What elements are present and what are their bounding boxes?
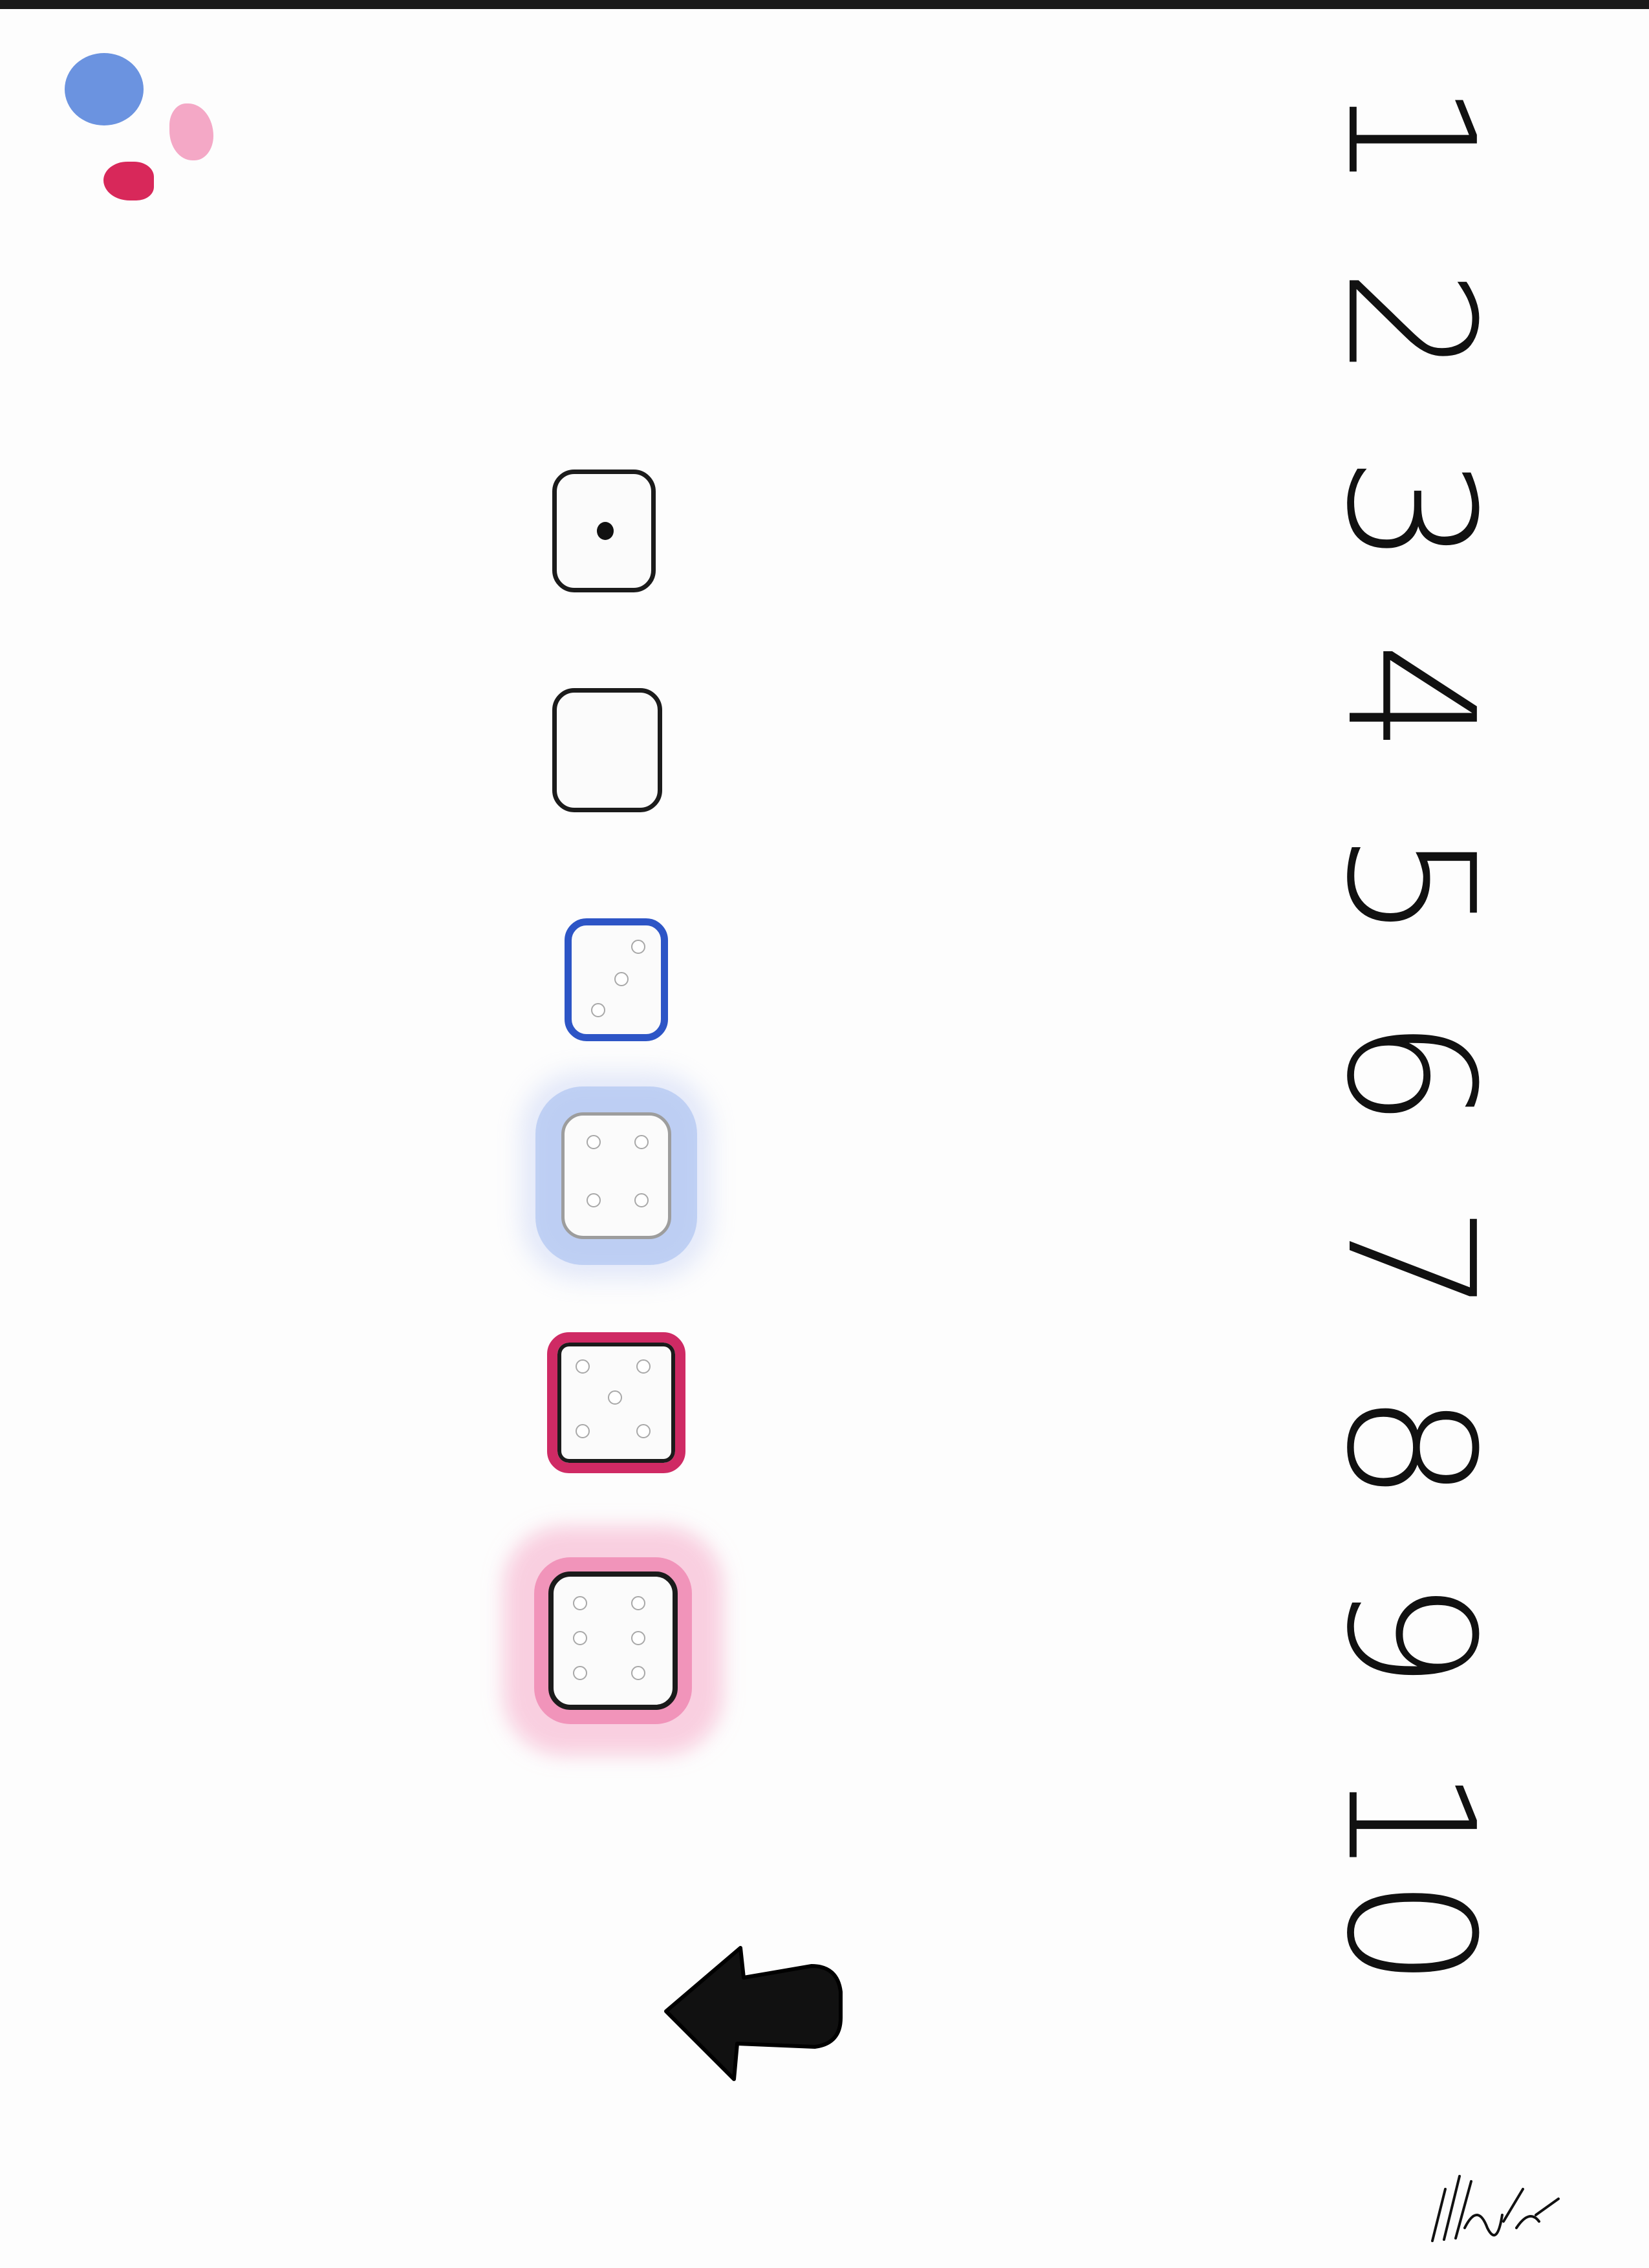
die-pip [573, 1631, 587, 1645]
number-10[interactable]: 10 [1308, 1766, 1512, 1989]
die-pip [591, 1003, 605, 1017]
number-5[interactable]: 5 [1308, 830, 1512, 941]
die-pip [636, 1424, 651, 1438]
die-pip [631, 1596, 645, 1610]
die-face-4[interactable] [561, 1112, 671, 1239]
paint-swatch-red [103, 162, 154, 200]
paint-swatch-blue [65, 53, 144, 125]
die-pip [576, 1424, 590, 1438]
die-pip [634, 1193, 649, 1207]
arrow-left-icon[interactable] [653, 1940, 847, 2089]
number-selector: 1 2 3 4 5 6 7 8 9 10 [1308, 81, 1512, 1989]
die-face-6[interactable] [548, 1571, 678, 1710]
number-1[interactable]: 1 [1308, 81, 1512, 192]
signature [1431, 2175, 1560, 2242]
die-pip [634, 1135, 649, 1149]
number-8[interactable]: 8 [1308, 1392, 1512, 1503]
number-9[interactable]: 9 [1308, 1579, 1512, 1690]
number-3[interactable]: 3 [1308, 455, 1512, 567]
die-pip [573, 1596, 587, 1610]
number-6[interactable]: 6 [1308, 1017, 1512, 1129]
number-2[interactable]: 2 [1308, 268, 1512, 380]
die-pip [631, 940, 645, 954]
die-face-1[interactable] [552, 470, 656, 592]
die-pip [573, 1666, 587, 1680]
die-pip [587, 1135, 601, 1149]
die-face-5[interactable] [547, 1332, 685, 1473]
die-face-blank[interactable] [552, 688, 662, 812]
die-pip [636, 1359, 651, 1374]
die-pip [631, 1631, 645, 1645]
die-pip [587, 1193, 601, 1207]
die-pip [608, 1390, 622, 1405]
die-pip [631, 1666, 645, 1680]
number-7[interactable]: 7 [1308, 1205, 1512, 1316]
die-face-3[interactable] [565, 918, 668, 1041]
die-pip [576, 1359, 590, 1374]
paper-top-edge [0, 0, 1649, 9]
die-pip [614, 972, 629, 986]
die-pip [597, 522, 614, 540]
paint-swatch-pink [169, 103, 213, 160]
number-4[interactable]: 4 [1308, 643, 1512, 754]
